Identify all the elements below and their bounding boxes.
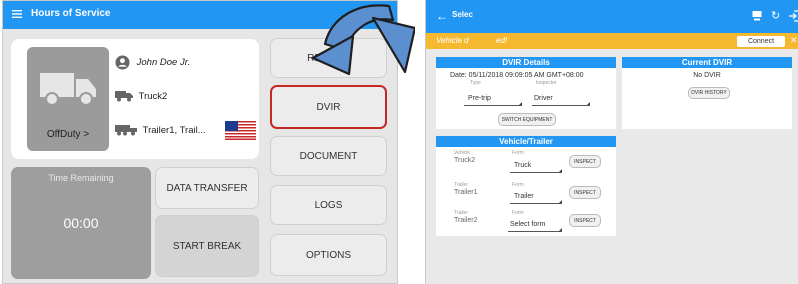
form-underline <box>510 203 562 204</box>
dropdown-icon <box>559 169 562 172</box>
dropdown-icon <box>559 228 562 231</box>
vehicle-row: Truck2 <box>115 87 167 107</box>
curved-arrow-annotation <box>311 4 415 76</box>
dvir-date: Date: 05/11/2018 09:09:05 AM GMT+08:00 <box>450 72 584 79</box>
driver-row: John Doe Jr. <box>115 53 190 73</box>
screen-title: Selec <box>452 10 473 19</box>
dvir-details-header: DVIR Details <box>436 57 616 68</box>
time-remaining-tile: Time Remaining 00:00 <box>11 167 151 279</box>
dvir-details-panel: DVIR Details Date: 05/11/2018 09:09:05 A… <box>436 57 616 129</box>
bluetooth-device-icon[interactable] <box>751 10 763 22</box>
trailer-names: Trailer1, Trail... <box>142 125 206 136</box>
vehicle-trailer-header: Vehicle/Trailer <box>436 136 616 147</box>
duty-status-tile[interactable]: OffDuty > <box>27 47 109 151</box>
driver-card: OffDuty > John Doe Jr. Truck2 Trailer1, … <box>11 39 259 159</box>
dvir-history-button[interactable]: DVIR HISTORY <box>688 87 730 99</box>
vehicle-trailer-row: Trailer Trailer2 Form Select form INSPEC… <box>436 208 616 236</box>
dropdown-icon <box>587 102 590 105</box>
form-select[interactable]: Truck <box>514 162 531 169</box>
truck-icon <box>40 73 96 106</box>
driver-name: John Doe Jr. <box>136 57 191 68</box>
time-remaining-label: Time Remaining <box>48 173 114 183</box>
type-underline <box>464 105 522 106</box>
inspect-button[interactable]: INSPECT <box>569 214 601 227</box>
unit-label: Trailer <box>454 210 468 216</box>
connect-button[interactable]: Connect <box>737 36 785 47</box>
dvir-button[interactable]: DVIR <box>270 85 387 129</box>
account-icon <box>115 55 130 70</box>
truck-icon <box>115 91 133 102</box>
unit-name: Trailer2 <box>454 217 478 224</box>
app-title: Hours of Service <box>31 8 111 19</box>
form-select[interactable]: Select form <box>510 221 545 228</box>
vehicle-trailer-row: Trailer Trailer1 Form Trailer INSPECT <box>436 180 616 208</box>
form-label: Form <box>512 150 524 156</box>
type-select[interactable]: Pre-trip <box>468 95 491 102</box>
notification-text-end: ed! <box>496 36 508 45</box>
inspect-button[interactable]: INSPECT <box>569 155 601 168</box>
vehicle-trailer-row: Vehicle Truck2 Form Truck INSPECT <box>436 148 616 176</box>
form-underline <box>508 231 562 232</box>
form-underline <box>510 172 562 173</box>
current-dvir-header: Current DVIR <box>622 57 792 68</box>
refresh-icon[interactable]: ↻ <box>771 9 780 23</box>
form-select[interactable]: Trailer <box>514 193 534 200</box>
logout-icon[interactable] <box>788 9 798 23</box>
inspect-button[interactable]: INSPECT <box>569 186 601 199</box>
us-flag-icon <box>225 121 256 140</box>
options-button[interactable]: OPTIONS <box>270 234 387 276</box>
time-remaining-value: 00:00 <box>63 215 99 231</box>
switch-equipment-button[interactable]: SWITCH EQUIPMENT <box>498 113 556 126</box>
data-transfer-button[interactable]: DATA TRANSFER <box>155 167 259 209</box>
unit-label: Vehicle <box>454 150 471 156</box>
dvir-screen: ← Selec ↻ Vehicle d ed! Connect ✕ DVIR D… <box>425 0 798 284</box>
close-icon[interactable]: ✕ <box>790 35 798 46</box>
inspector-label: Inspector <box>536 80 557 86</box>
inspector-underline <box>532 105 590 106</box>
back-arrow-icon[interactable]: ← <box>436 9 448 23</box>
unit-label: Trailer <box>454 182 468 188</box>
start-break-button[interactable]: START BREAK <box>155 215 259 277</box>
vehicle-name: Truck2 <box>138 91 168 102</box>
notification-text: Vehicle d <box>436 36 469 45</box>
menu-icon[interactable] <box>11 8 23 20</box>
trailer-icon <box>115 125 137 136</box>
form-label: Form <box>512 182 524 188</box>
document-button[interactable]: DOCUMENT <box>270 136 387 176</box>
unit-name: Truck2 <box>454 157 476 164</box>
type-label: Type <box>470 80 481 86</box>
unit-name: Trailer1 <box>454 189 478 196</box>
duty-status-label: OffDuty > <box>46 129 90 140</box>
no-dvir-text: No DVIR <box>693 72 721 79</box>
dropdown-icon <box>559 200 562 203</box>
form-label: Form <box>512 210 524 216</box>
trailer-row: Trailer1, Trail... <box>115 121 206 141</box>
app-bar: ← Selec ↻ <box>426 0 798 33</box>
dropdown-icon <box>519 102 522 105</box>
notification-bar: Vehicle d ed! Connect ✕ <box>426 33 798 49</box>
current-dvir-panel: Current DVIR No DVIR DVIR HISTORY <box>622 57 792 129</box>
logs-button[interactable]: LOGS <box>270 185 387 225</box>
inspector-select[interactable]: Driver <box>534 95 553 102</box>
